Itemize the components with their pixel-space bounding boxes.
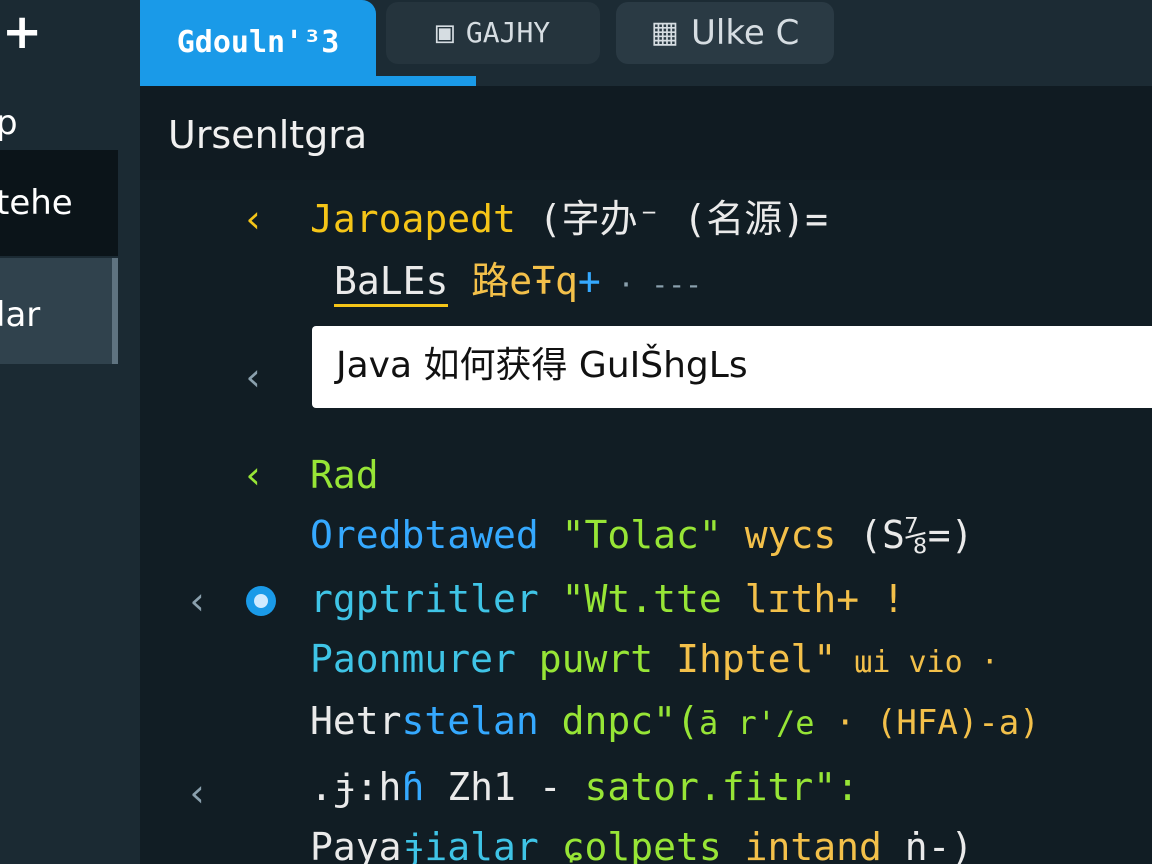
tab-label: GAJHY xyxy=(465,16,551,49)
fold-caret-icon[interactable]: ‹ xyxy=(242,358,265,396)
code-token: "Tolac" xyxy=(538,513,722,557)
page-title: Ursenltgra xyxy=(168,113,368,157)
code-line: Rad xyxy=(310,456,379,494)
code-token: Paonmurer xyxy=(310,637,516,681)
code-token: Rad xyxy=(310,453,379,497)
plus-icon[interactable]: + xyxy=(2,6,50,58)
code-token: Oredbtawed xyxy=(310,513,539,557)
active-tab-indicator xyxy=(140,76,476,86)
code-token: (S⅞=) xyxy=(836,513,974,557)
code-token: · --- xyxy=(600,268,702,301)
grid-icon: ▦ xyxy=(650,15,680,50)
code-token: Ihptel" xyxy=(653,637,837,681)
code-token: (字办⁻ (名源)= xyxy=(515,197,829,241)
code-token: Zh1 - xyxy=(424,765,562,809)
code-token: dnpc"( xyxy=(538,699,699,743)
code-token: BaLEs xyxy=(334,259,449,303)
code-token: ā r'/e xyxy=(698,704,815,742)
fold-caret-icon[interactable]: ‹ xyxy=(242,200,265,238)
code-token: wycs xyxy=(721,513,837,557)
code-line: Payaɉialar ɕolpets intand ṅ-) xyxy=(310,828,973,864)
search-input[interactable]: Java 如何获得 GuIŠhgLs xyxy=(312,326,1152,408)
fold-caret-icon[interactable]: ‹ xyxy=(186,582,209,620)
fold-caret-icon[interactable]: ‹ xyxy=(186,774,209,812)
code-token: ɯi vio · xyxy=(836,645,999,680)
code-token: puwrt xyxy=(515,637,654,681)
code-token: "Wt.tte xyxy=(538,577,722,621)
tab-label: Ulke C xyxy=(691,13,800,53)
code-line: Jaroapedt (字办⁻ (名源)= xyxy=(310,200,828,238)
tab-1[interactable]: ▣ GAJHY xyxy=(386,2,600,64)
code-token: .ɉ:h xyxy=(310,765,402,809)
code-token: Paya xyxy=(310,825,402,864)
code-line: .ɉ:hɦ Zh1 - sator.fitr": xyxy=(310,768,859,806)
code-token: ɕolpets xyxy=(538,825,722,864)
sidebar-item-label: tehe xyxy=(0,183,73,223)
text-underline xyxy=(334,304,448,307)
code-token: 路eŦq xyxy=(448,259,578,303)
code-token: rgptritler xyxy=(310,577,539,621)
code-line: rgptritler "Wt.tte lɪth+ ! xyxy=(310,580,905,618)
sidebar-item-label: p xyxy=(0,103,18,143)
sidebar-item-0[interactable]: p xyxy=(0,102,118,146)
code-token: lɪth+ ! xyxy=(721,577,905,621)
code-token: Hetr xyxy=(310,699,402,743)
window-icon: ▣ xyxy=(435,15,454,50)
sidebar-item-label: lar xyxy=(0,295,41,335)
sidebar: + p tehe lar xyxy=(0,0,140,864)
tab-bar: Gdouln'³3 ▣ GAJHY ▦ Ulke C xyxy=(140,0,1152,86)
code-line: Paonmurer puwrt Ihptel" ɯi vio · xyxy=(310,640,999,678)
code-token: ɉialar xyxy=(401,825,539,864)
code-line: Hetrstelan dnpc"(ā r'/e · (HFA)-a) xyxy=(310,702,1040,740)
code-line: Oredbtawed "Tolac" wycs (S⅞=) xyxy=(310,516,973,554)
tab-2[interactable]: ▦ Ulke C xyxy=(616,2,834,64)
fold-caret-icon[interactable]: ‹ xyxy=(242,456,265,494)
code-token: ṅ-) xyxy=(881,825,974,864)
code-token: sator.fitr": xyxy=(561,765,860,809)
code-token: Jaroapedt xyxy=(310,197,516,241)
code-line: BaLEs 路eŦq+ · --- xyxy=(334,262,702,300)
breakpoint-icon[interactable] xyxy=(246,586,276,616)
code-editor[interactable]: ‹ Jaroapedt (字办⁻ (名源)= BaLEs 路eŦq+ · ---… xyxy=(140,180,1152,864)
code-token: + xyxy=(577,259,601,303)
search-input-value: Java 如何获得 GuIŠhgLs xyxy=(336,345,748,386)
code-token: stelan xyxy=(401,699,539,743)
sidebar-item-1[interactable]: tehe xyxy=(0,150,118,256)
sidebar-item-2[interactable]: lar xyxy=(0,258,118,364)
header: Ursenltgra xyxy=(140,86,1152,180)
tab-0[interactable]: Gdouln'³3 xyxy=(140,0,376,86)
tab-label: Gdouln'³3 xyxy=(176,25,340,60)
code-token: intand xyxy=(721,825,882,864)
code-token: ɦ xyxy=(401,765,425,809)
code-token: · (HFA)-a) xyxy=(814,703,1040,743)
